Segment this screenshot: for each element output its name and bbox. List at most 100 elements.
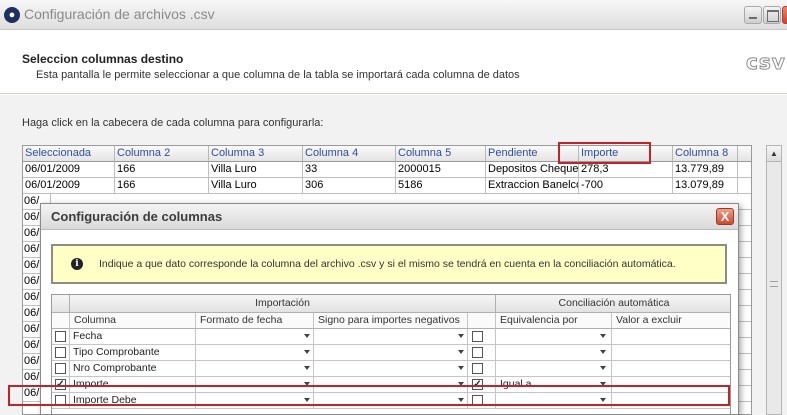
csv-logo-icon: csv bbox=[746, 50, 787, 76]
grid-cell: Extraccion Banelco bbox=[486, 178, 579, 194]
grid-row-filler bbox=[738, 274, 751, 290]
minimize-button[interactable] bbox=[744, 6, 762, 24]
grid-cell: 06/01/2009 bbox=[23, 178, 115, 194]
grid-header-0[interactable]: Seleccionada bbox=[23, 146, 115, 162]
csv-logo-text: csv bbox=[746, 50, 786, 75]
main-window: ● Configuración de archivos .csv Selecci… bbox=[0, 0, 787, 415]
col-header-check bbox=[52, 313, 70, 329]
config-cell[interactable] bbox=[496, 345, 612, 361]
grid-cell: 166 bbox=[115, 162, 209, 178]
col-header-conc-check bbox=[468, 313, 496, 329]
importe-header-highlight bbox=[558, 142, 651, 164]
chevron-down-icon[interactable] bbox=[458, 350, 464, 354]
grid-cell: 2000015 bbox=[396, 162, 486, 178]
grid-header-2[interactable]: Columna 3 bbox=[209, 146, 303, 162]
conciliation-checkbox[interactable] bbox=[472, 363, 483, 374]
grid-row-filler bbox=[738, 386, 751, 402]
grid-row-filler bbox=[738, 322, 751, 338]
grid-row-filler bbox=[738, 370, 751, 386]
grid-row-filler bbox=[738, 290, 751, 306]
column-label: Tipo Comprobante bbox=[73, 346, 160, 358]
column-label: Fecha bbox=[73, 330, 103, 342]
col-header-equivalencia[interactable]: Equivalencia por bbox=[496, 313, 612, 329]
maximize-button[interactable] bbox=[763, 6, 781, 24]
config-cell[interactable] bbox=[314, 345, 468, 361]
chevron-down-icon[interactable] bbox=[458, 366, 464, 370]
grid-cell: Villa Luro bbox=[209, 162, 303, 178]
info-text: Indique a que dato corresponde la column… bbox=[99, 258, 676, 270]
grid-cell: Villa Luro bbox=[209, 178, 303, 194]
grid-row-filler bbox=[738, 338, 751, 354]
info-icon: i bbox=[71, 258, 83, 270]
config-row: Nro Comprobante bbox=[52, 361, 730, 377]
group-header-blank bbox=[52, 295, 70, 313]
group-header-conciliacion: Conciliación automática bbox=[496, 295, 730, 313]
col-header-columna[interactable]: Columna bbox=[70, 313, 196, 329]
column-config-dialog: Configuración de columnas X i Indique a … bbox=[40, 203, 739, 415]
grid-header-3[interactable]: Columna 4 bbox=[303, 146, 396, 162]
grid-cell: 166 bbox=[115, 178, 209, 194]
chevron-down-icon[interactable] bbox=[600, 334, 606, 338]
chevron-down-icon[interactable] bbox=[304, 334, 310, 338]
grid-header-4[interactable]: Columna 5 bbox=[396, 146, 486, 162]
col-header-signo[interactable]: Signo para importes negativos bbox=[314, 313, 468, 329]
grid-row-filler bbox=[738, 354, 751, 370]
conciliation-checkbox[interactable] bbox=[472, 347, 483, 358]
chevron-down-icon[interactable] bbox=[304, 366, 310, 370]
title-bar[interactable]: ● Configuración de archivos .csv bbox=[0, 0, 787, 30]
grid-row-filler bbox=[738, 306, 751, 322]
grid-cell: 06/01/2009 bbox=[23, 162, 115, 178]
config-row: Fecha bbox=[52, 329, 730, 345]
config-row: Tipo Comprobante bbox=[52, 345, 730, 361]
importe-row-highlight bbox=[8, 385, 730, 406]
config-cell[interactable] bbox=[196, 345, 314, 361]
grid-row-filler bbox=[738, 178, 751, 194]
grid-cell: -700 bbox=[579, 178, 673, 194]
grid-row-filler bbox=[738, 162, 751, 178]
grid-header-7[interactable]: Columna 8 bbox=[673, 146, 738, 162]
grid-row-filler bbox=[738, 194, 751, 210]
grid-cell: 306 bbox=[303, 178, 396, 194]
header-description: Esta pantalla le permite seleccionar a q… bbox=[36, 69, 520, 81]
grid-header-1[interactable]: Columna 2 bbox=[115, 146, 209, 162]
grid-row-filler bbox=[738, 226, 751, 242]
config-cell[interactable] bbox=[314, 361, 468, 377]
chevron-down-icon[interactable] bbox=[600, 366, 606, 370]
close-button[interactable] bbox=[782, 6, 787, 24]
grid-cell: 5186 bbox=[396, 178, 486, 194]
chevron-down-icon[interactable] bbox=[304, 350, 310, 354]
config-cell[interactable] bbox=[496, 361, 612, 377]
grid-cell: 33 bbox=[303, 162, 396, 178]
config-cell[interactable] bbox=[612, 329, 730, 345]
col-header-valor-excluir[interactable]: Valor a excluir bbox=[612, 313, 730, 329]
col-header-formato-fecha[interactable]: Formato de fecha bbox=[196, 313, 314, 329]
grid-cell: Depositos Cheque: bbox=[486, 162, 579, 178]
include-checkbox[interactable] bbox=[55, 363, 66, 374]
grid-scrollbar[interactable]: ▲ bbox=[766, 145, 782, 415]
dialog-title-bar[interactable]: Configuración de columnas X bbox=[41, 204, 738, 230]
config-cell[interactable] bbox=[496, 329, 612, 345]
group-header-importacion: Importación bbox=[70, 295, 496, 313]
conciliation-checkbox[interactable] bbox=[472, 331, 483, 342]
config-cell[interactable] bbox=[612, 361, 730, 377]
grid-cell: 13.779,89 bbox=[673, 162, 738, 178]
scroll-grip-icon bbox=[770, 281, 778, 287]
page-header: Seleccion columnas destino Esta pantalla… bbox=[0, 30, 787, 94]
include-checkbox[interactable] bbox=[55, 347, 66, 358]
dialog-close-button[interactable]: X bbox=[716, 208, 734, 225]
chevron-down-icon[interactable] bbox=[600, 350, 606, 354]
instruction-text: Haga click en la cabecera de cada column… bbox=[22, 117, 324, 129]
config-cell[interactable] bbox=[612, 345, 730, 361]
column-label: Nro Comprobante bbox=[73, 362, 157, 374]
grid-header-filler bbox=[738, 146, 751, 162]
config-cell[interactable] bbox=[196, 329, 314, 345]
chevron-down-icon[interactable] bbox=[458, 334, 464, 338]
grid-row-filler bbox=[738, 242, 751, 258]
config-cell[interactable] bbox=[196, 361, 314, 377]
header-title: Seleccion columnas destino bbox=[22, 52, 184, 66]
info-box: i Indique a que dato corresponde la colu… bbox=[51, 244, 727, 284]
scroll-up-arrow-icon[interactable]: ▲ bbox=[767, 146, 781, 162]
config-cell[interactable] bbox=[314, 329, 468, 345]
include-checkbox[interactable] bbox=[55, 331, 66, 342]
grid-row-filler bbox=[738, 258, 751, 274]
